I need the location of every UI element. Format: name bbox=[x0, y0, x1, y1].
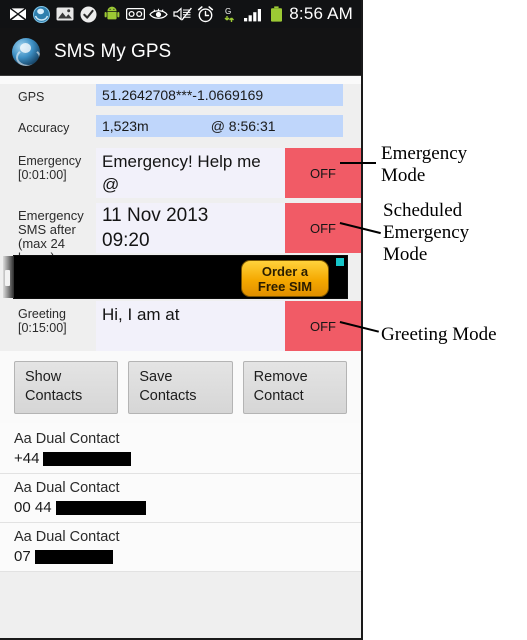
eye-icon bbox=[149, 4, 169, 24]
annotation-emergency-mode: Emergency Mode bbox=[381, 143, 467, 187]
emergency-label-wrap: Emergency [0:01:00] bbox=[0, 148, 96, 198]
scheduled-datetime-input[interactable]: 11 Nov 2013 09:20 bbox=[96, 203, 285, 253]
annotation-emergency-mode-line1: Emergency bbox=[381, 143, 468, 164]
advert-sim-pin-icon bbox=[5, 270, 10, 286]
contact-number-prefix: 07 bbox=[14, 548, 31, 565]
scheduled-label-wrap: Emergency SMS after (max 24 hours) bbox=[0, 203, 96, 265]
contact-number-redaction bbox=[43, 452, 132, 466]
accuracy-value: 1,523m bbox=[102, 118, 149, 134]
annotation-scheduled-mode-line2: Emergency bbox=[383, 222, 470, 243]
contact-name: Aa Dual Contact bbox=[14, 529, 120, 545]
greeting-label-wrap: Greeting [0:15:00] bbox=[0, 301, 96, 351]
greeting-row: Greeting [0:15:00] Hi, I am at OFF bbox=[0, 301, 361, 351]
emergency-message-input[interactable]: Emergency! Help me @ bbox=[96, 148, 285, 198]
emergency-row: Emergency [0:01:00] Emergency! Help me @… bbox=[0, 148, 361, 198]
gps-field-wrap: 51.2642708***-1.0669169 bbox=[96, 84, 361, 110]
mute-icon bbox=[172, 4, 192, 24]
contact-name: Aa Dual Contact bbox=[14, 480, 120, 496]
app-action-bar: SMS My GPS bbox=[0, 28, 361, 76]
screenshot-canvas: G 8:56 AM SMS My GPS GPS 51.2642708***-1… bbox=[0, 0, 527, 640]
order-free-sim-line1: Order a bbox=[261, 263, 309, 279]
greeting-message-input[interactable]: Hi, I am at bbox=[96, 301, 285, 351]
contact-number-redaction bbox=[34, 550, 113, 564]
annotation-emergency-mode-line2: Mode bbox=[381, 165, 426, 186]
contact-number-prefix: +44 bbox=[14, 450, 40, 467]
battery-icon bbox=[266, 4, 286, 24]
app-title: SMS My GPS bbox=[54, 40, 172, 62]
svg-text:G: G bbox=[225, 7, 231, 16]
contacts-list: Aa Dual Contact +44 Aa Dual Contact 00 44 Aa… bbox=[0, 423, 361, 572]
sms-my-gps-logo-icon bbox=[12, 37, 40, 66]
signal-icon bbox=[242, 4, 262, 24]
emergency-message-wrap: Emergency! Help me @ bbox=[96, 148, 285, 198]
contact-actions-row: Show Contacts Save Contacts Remove Conta… bbox=[0, 351, 361, 423]
phone-screenshot: G 8:56 AM SMS My GPS GPS 51.2642708***-1… bbox=[0, 0, 363, 640]
mail-icon bbox=[8, 4, 28, 24]
contact-name: Aa Dual Contact bbox=[14, 431, 120, 447]
accuracy-timestamp: @ 8:56:31 bbox=[210, 118, 276, 134]
annotation-greeting-mode-text: Greeting Mode bbox=[381, 324, 497, 345]
annotation-scheduled-mode-line3: Mode bbox=[383, 244, 428, 265]
list-item[interactable]: Aa Dual Contact 00 44 bbox=[0, 474, 361, 523]
greeting-message-wrap: Hi, I am at bbox=[96, 301, 285, 351]
save-contacts-button[interactable]: Save Contacts bbox=[128, 361, 233, 414]
emergency-toggle-button[interactable]: OFF bbox=[285, 148, 361, 198]
save-contacts-line2: Contacts bbox=[139, 388, 197, 404]
gps-row: GPS 51.2642708***-1.0669169 bbox=[0, 84, 361, 110]
gps-label: GPS bbox=[18, 90, 45, 104]
scheduled-time[interactable]: 09:20 bbox=[102, 228, 281, 253]
voicemail-icon bbox=[125, 4, 145, 24]
greeting-toggle-button[interactable]: OFF bbox=[285, 301, 361, 351]
annotation-scheduled-emergency-mode: Scheduled Emergency Mode bbox=[383, 200, 469, 266]
list-item[interactable]: Aa Dual Contact 07 bbox=[0, 523, 361, 572]
order-free-sim-line2: Free SIM bbox=[257, 278, 313, 294]
gallery-icon bbox=[55, 4, 75, 24]
contact-number: 07 bbox=[14, 547, 361, 567]
accuracy-row: Accuracy 1,523m @ 8:56:31 bbox=[0, 115, 361, 141]
order-free-sim-button[interactable]: Order a Free SIM bbox=[241, 260, 329, 297]
accuracy-label: Accuracy bbox=[18, 121, 70, 135]
show-contacts-line1: Show bbox=[25, 369, 62, 385]
android-status-bar: G 8:56 AM bbox=[0, 0, 361, 28]
alarm-icon bbox=[196, 4, 216, 24]
contact-number: +44 bbox=[14, 449, 361, 469]
remove-contact-button[interactable]: Remove Contact bbox=[242, 361, 347, 414]
contact-number-redaction bbox=[55, 501, 146, 515]
scheduled-emergency-row: Emergency SMS after (max 24 hours) 11 No… bbox=[0, 203, 361, 265]
remove-contact-line2: Contact bbox=[253, 388, 304, 404]
scheduled-datetime-wrap: 11 Nov 2013 09:20 bbox=[96, 203, 285, 253]
scheduled-toggle-button[interactable]: OFF bbox=[285, 203, 361, 253]
show-contacts-line2: Contacts bbox=[25, 388, 83, 404]
scheduled-date[interactable]: 11 Nov 2013 bbox=[102, 203, 281, 228]
accuracy-value-row[interactable]: 1,523m @ 8:56:31 bbox=[96, 115, 343, 137]
status-bar-clock: 8:56 AM bbox=[289, 4, 354, 23]
check-circle-icon bbox=[78, 4, 98, 24]
gps-value[interactable]: 51.2642708***-1.0669169 bbox=[96, 84, 343, 106]
greeting-interval: [0:15:00] bbox=[18, 321, 67, 335]
app-content: GPS 51.2642708***-1.0669169 Accuracy 1,5… bbox=[0, 84, 361, 638]
leader-line-emergency bbox=[340, 162, 376, 164]
contact-number-prefix: 00 44 bbox=[14, 499, 52, 516]
advert-corner-marker bbox=[336, 258, 344, 266]
show-contacts-button[interactable]: Show Contacts bbox=[14, 361, 119, 414]
sms-my-gps-icon bbox=[31, 4, 51, 24]
save-contacts-line1: Save bbox=[139, 369, 173, 385]
annotation-scheduled-mode-line1: Scheduled bbox=[383, 200, 463, 221]
contact-number: 00 44 bbox=[14, 498, 361, 518]
list-item[interactable]: Aa Dual Contact +44 bbox=[0, 425, 361, 474]
annotation-greeting-mode: Greeting Mode bbox=[381, 324, 497, 346]
emergency-interval: [0:01:00] bbox=[18, 168, 67, 182]
emergency-label: Emergency bbox=[18, 154, 82, 168]
accuracy-field-wrap: 1,523m @ 8:56:31 bbox=[96, 115, 361, 141]
advertisement-banner[interactable]: Order a Free SIM bbox=[3, 255, 348, 299]
greeting-label: Greeting bbox=[18, 307, 66, 321]
remove-contact-line1: Remove bbox=[253, 369, 308, 385]
gprs-icon: G bbox=[219, 4, 239, 24]
android-icon bbox=[102, 4, 122, 24]
scheduled-label: Emergency SMS after bbox=[18, 208, 84, 237]
